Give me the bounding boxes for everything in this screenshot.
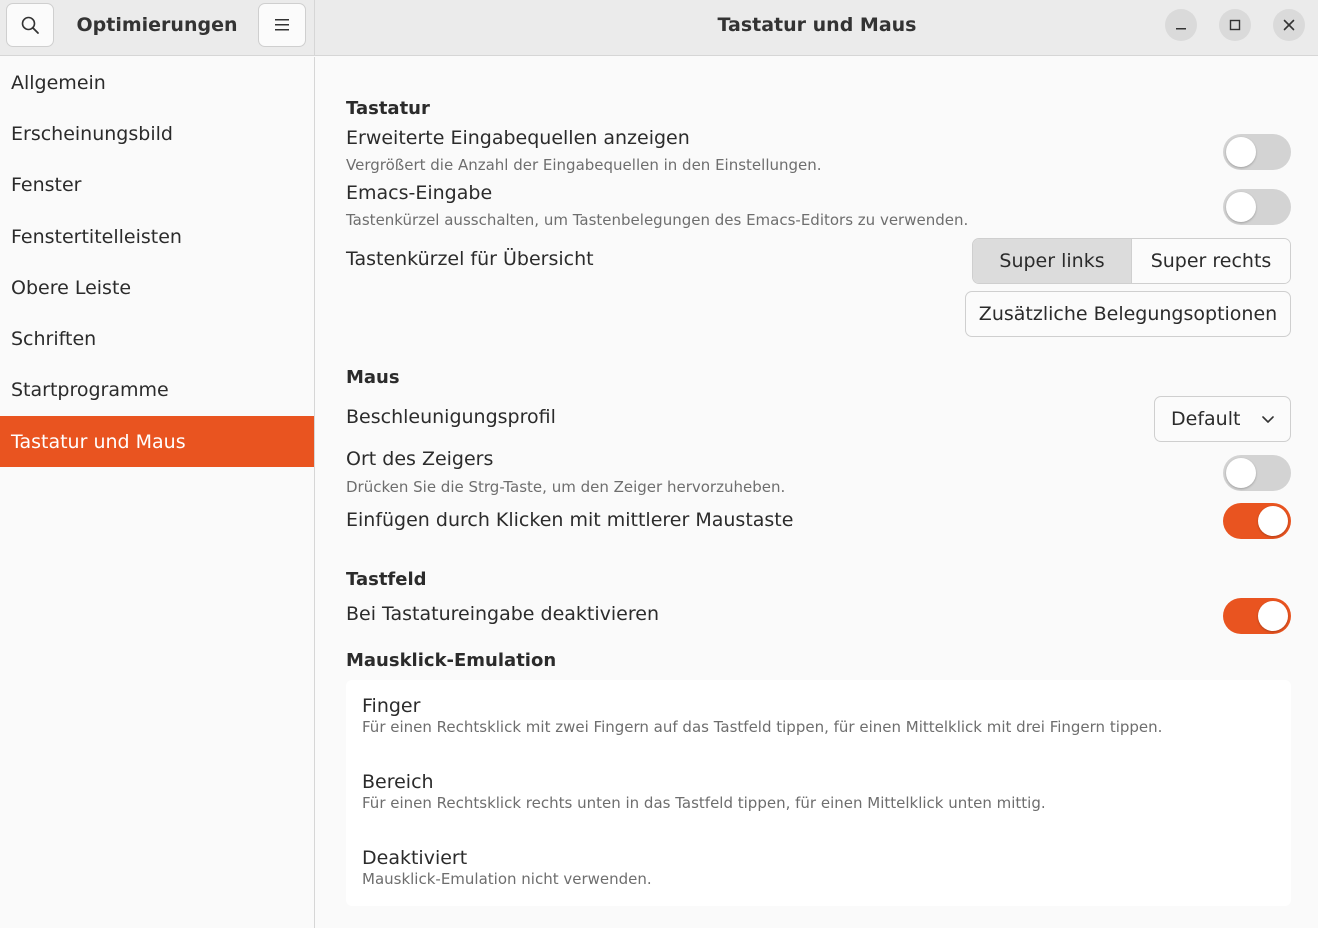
click-emulation-option-deaktiviert[interactable]: Deaktiviert Mausklick-Emulation nicht ve… bbox=[362, 847, 1275, 888]
middle-click-paste-title: Einfügen durch Klicken mit mittlerer Mau… bbox=[346, 509, 794, 531]
maximize-button[interactable] bbox=[1219, 9, 1251, 41]
sidebar-item-erscheinungsbild[interactable]: Erscheinungsbild bbox=[0, 108, 314, 159]
sidebar: Allgemein Erscheinungsbild Fenster Fenst… bbox=[0, 57, 315, 928]
sidebar-item-obere-leiste[interactable]: Obere Leiste bbox=[0, 262, 314, 313]
search-button[interactable] bbox=[6, 3, 54, 47]
switch-knob bbox=[1258, 506, 1288, 536]
acceleration-profile-title: Beschleunigungsprofil bbox=[346, 406, 556, 428]
close-icon bbox=[1283, 19, 1295, 31]
section-title-click-emulation: Mausklick-Emulation bbox=[346, 650, 557, 671]
option-title: Finger bbox=[362, 695, 421, 717]
option-description: Mausklick-Emulation nicht verwenden. bbox=[362, 870, 652, 888]
settings-content: Tastatur Erweiterte Eingabequellen anzei… bbox=[316, 57, 1318, 928]
minimize-icon bbox=[1176, 28, 1186, 30]
chevron-down-icon bbox=[1262, 416, 1274, 423]
minimize-button[interactable] bbox=[1165, 9, 1197, 41]
pointer-location-title: Ort des Zeigers bbox=[346, 448, 494, 470]
emacs-input-title: Emacs-Eingabe bbox=[346, 182, 493, 204]
tweaks-window: Optimierungen Tastatur und Maus Allgemei… bbox=[0, 0, 1318, 928]
overview-shortcut-title: Tastenkürzel für Übersicht bbox=[346, 248, 594, 270]
super-left-button[interactable]: Super links bbox=[973, 239, 1131, 283]
section-title-touchpad: Tastfeld bbox=[346, 569, 427, 590]
acceleration-profile-dropdown[interactable]: Default bbox=[1154, 396, 1291, 442]
click-emulation-option-finger[interactable]: Finger Für einen Rechtsklick mit zwei Fi… bbox=[362, 695, 1275, 736]
sidebar-item-fenstertitelleisten[interactable]: Fenstertitelleisten bbox=[0, 211, 314, 262]
disable-while-typing-switch[interactable] bbox=[1223, 598, 1291, 634]
switch-knob bbox=[1226, 458, 1256, 488]
switch-knob bbox=[1258, 601, 1288, 631]
overview-shortcut-selector: Super links Super rechts bbox=[972, 238, 1291, 284]
switch-knob bbox=[1226, 192, 1256, 222]
additional-layout-options-button[interactable]: Zusätzliche Belegungsoptionen bbox=[965, 291, 1291, 337]
switch-knob bbox=[1226, 137, 1256, 167]
section-title-mouse: Maus bbox=[346, 367, 400, 388]
pointer-location-switch[interactable] bbox=[1223, 455, 1291, 491]
maximize-icon bbox=[1229, 19, 1241, 31]
pointer-location-subtitle: Drücken Sie die Strg-Taste, um den Zeige… bbox=[346, 478, 786, 496]
app-title: Optimierungen bbox=[76, 14, 238, 36]
main-menu-button[interactable] bbox=[258, 3, 306, 47]
sidebar-header: Optimierungen bbox=[0, 0, 315, 56]
sidebar-item-allgemein[interactable]: Allgemein bbox=[0, 57, 314, 108]
option-description: Für einen Rechtsklick rechts unten in da… bbox=[362, 794, 1046, 812]
click-emulation-list: Finger Für einen Rechtsklick mit zwei Fi… bbox=[346, 680, 1291, 906]
close-button[interactable] bbox=[1273, 9, 1305, 41]
emacs-input-switch[interactable] bbox=[1223, 189, 1291, 225]
option-title: Deaktiviert bbox=[362, 847, 468, 869]
emacs-input-subtitle: Tastenkürzel ausschalten, um Tastenbeleg… bbox=[346, 211, 969, 229]
acceleration-profile-value: Default bbox=[1171, 408, 1241, 430]
hamburger-menu-icon bbox=[275, 19, 289, 31]
section-title-keyboard: Tastatur bbox=[346, 98, 430, 119]
disable-while-typing-title: Bei Tastatureingabe deaktivieren bbox=[346, 603, 659, 625]
option-title: Bereich bbox=[362, 771, 434, 793]
sidebar-item-fenster[interactable]: Fenster bbox=[0, 160, 314, 211]
search-icon bbox=[21, 16, 39, 34]
middle-click-paste-switch[interactable] bbox=[1223, 503, 1291, 539]
extended-sources-title: Erweiterte Eingabequellen anzeigen bbox=[346, 127, 690, 149]
extended-sources-switch[interactable] bbox=[1223, 134, 1291, 170]
sidebar-item-startprogramme[interactable]: Startprogramme bbox=[0, 365, 314, 416]
click-emulation-option-bereich[interactable]: Bereich Für einen Rechtsklick rechts unt… bbox=[362, 771, 1275, 812]
sidebar-item-schriften[interactable]: Schriften bbox=[0, 313, 314, 364]
header-bar: Optimierungen Tastatur und Maus bbox=[0, 0, 1318, 56]
sidebar-item-tastatur-und-maus[interactable]: Tastatur und Maus bbox=[0, 416, 314, 468]
super-right-button[interactable]: Super rechts bbox=[1131, 239, 1290, 283]
option-description: Für einen Rechtsklick mit zwei Fingern a… bbox=[362, 718, 1163, 736]
extended-sources-subtitle: Vergrößert die Anzahl der Eingabequellen… bbox=[346, 156, 822, 174]
